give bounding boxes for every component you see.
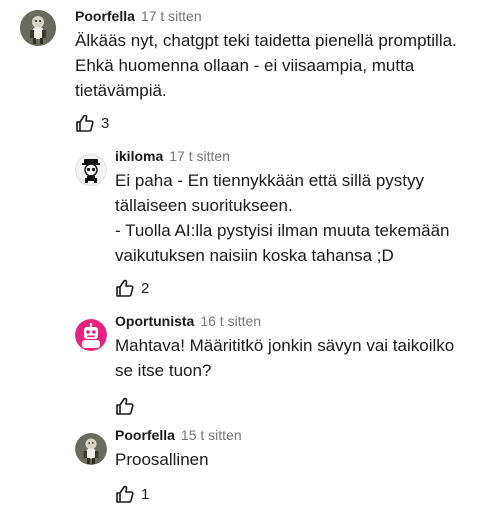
comment-text-line: - Tuolla AI:lla pystyisi ilman muuta tek… [115,221,450,240]
avatar-oportunista[interactable] [75,319,107,351]
comment-text-line: Älkääs nyt, chatgpt teki taidetta pienel… [75,31,457,50]
comment-text-line: vaikutuksen naisiin koska tahansa ;D [115,246,394,265]
comment-text-line: Ehkä huomenna ollaan - ei viisaampia, mu… [75,56,415,75]
comment-text: Älkääs nyt, chatgpt teki taidetta pienel… [75,28,473,103]
comment-body: Poorfella 15 t sitten Proosallinen 1 [115,427,473,504]
comment-meta: Poorfella 15 t sitten [115,427,473,445]
comment-body: Poorfella 17 t sitten Älkääs nyt, chatgp… [75,8,473,133]
avatar-ikiloma[interactable] [75,154,107,186]
thumbs-up-icon [75,113,95,133]
comment-text: Ei paha - En tiennykkään että sillä pyst… [115,168,473,268]
comment-text-line: Ei paha - En tiennykkään että sillä pyst… [115,171,424,190]
comment-time: 17 t sitten [140,8,202,24]
like-button[interactable] [115,396,473,416]
comment-time: 16 t sitten [200,313,262,329]
comment-author[interactable]: Poorfella [115,427,175,443]
comment-meta: Poorfella 17 t sitten [75,8,473,26]
comment-text-line: Mahtava! Määrititkö jonkin sävyn vai tai… [115,336,455,355]
thumbs-up-icon [115,278,135,298]
comment-text-line: tällaiseen suoritukseen. [115,196,293,215]
comment-meta: ikiloma 17 t sitten [115,148,473,166]
comment-text: Mahtava! Määrititkö jonkin sävyn vai tai… [115,333,473,383]
comment-text-line: Proosallinen [115,450,209,469]
like-button[interactable]: 3 [75,113,473,133]
like-count: 1 [141,485,150,503]
avatar-poorfella[interactable] [75,433,107,465]
like-button[interactable]: 2 [115,278,473,298]
comment-text-line: se itse tuon? [115,361,212,380]
comment-body: ikiloma 17 t sitten Ei paha - En tiennyk… [115,148,473,298]
comment-time: 17 t sitten [169,148,230,164]
comment-time: 15 t sitten [180,427,242,443]
comment-text: Proosallinen [115,447,473,472]
avatar-poorfella[interactable] [20,10,56,46]
comment-author[interactable]: Oportunista [115,313,194,329]
like-count: 3 [101,114,110,132]
thumbs-up-icon [115,484,135,504]
comment-text-line: tietävämpiä. [75,81,167,100]
comment-author[interactable]: Poorfella [75,8,135,24]
comment-meta: Oportunista 16 t sitten [115,313,473,331]
like-count: 2 [141,279,150,297]
comment-body: Oportunista 16 t sitten Mahtava! Määriti… [115,313,473,416]
thumbs-up-icon [115,396,135,416]
like-button[interactable]: 1 [115,484,473,504]
comment-author[interactable]: ikiloma [115,148,163,164]
